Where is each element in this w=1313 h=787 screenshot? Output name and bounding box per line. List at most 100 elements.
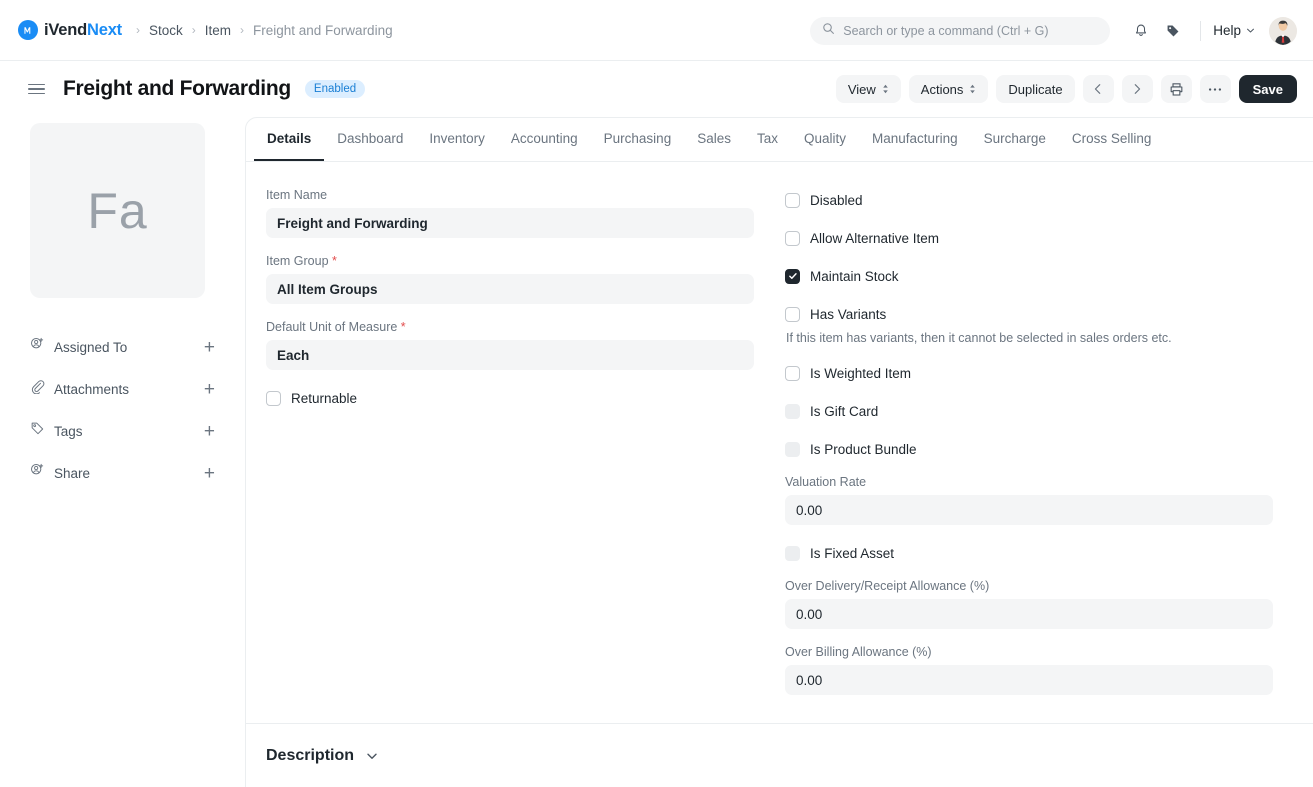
default-uom-label-text: Default Unit of Measure [266,320,398,334]
prev-button[interactable] [1082,75,1114,103]
item-thumbnail[interactable]: Fa [30,123,205,298]
default-uom-input[interactable]: Each [266,340,754,370]
sidebar-actions-list: Assigned To + Attachments + Tags + Share… [30,326,215,494]
checkbox-disabled[interactable]: Disabled [785,188,1273,212]
view-button[interactable]: View [835,75,901,103]
tag-icon [30,421,45,441]
view-label: View [847,81,876,97]
checkbox-allow-alternative-item[interactable]: Allow Alternative Item [785,226,1273,250]
item-group-label-text: Item Group [266,254,329,268]
user-add-icon [30,463,45,483]
chevron-left-icon [1094,84,1101,94]
actions-button[interactable]: Actions [908,75,989,103]
help-label: Help [1213,23,1241,38]
description-title: Description [266,746,355,764]
sidebar-item-label: Attachments [54,381,130,397]
field-over-delivery-allowance: Over Delivery/Receipt Allowance (%) 0.00 [785,579,1273,629]
tag-icon[interactable] [1158,16,1188,46]
over-billing-label: Over Billing Allowance (%) [785,645,932,659]
add-assigned-to-button[interactable]: + [204,338,215,357]
tab-bar: Details Dashboard Inventory Accounting P… [246,118,1313,162]
page-title-bar: Freight and Forwarding Enabled View Acti… [0,61,1313,117]
sidebar-item-assigned-to[interactable]: Assigned To + [30,326,215,368]
checkbox-label: Has Variants [810,306,887,322]
avatar[interactable] [1269,16,1297,45]
checkbox-box [785,306,800,322]
item-name-input[interactable]: Freight and Forwarding [266,208,754,238]
add-share-button[interactable]: + [204,464,215,483]
default-uom-label: Default Unit of Measure * [266,320,754,334]
checkbox-label: Is Product Bundle [810,441,917,457]
checkbox-label: Is Fixed Asset [810,545,895,561]
ivend-logo-icon [18,20,38,40]
sidebar-item-share[interactable]: Share + [30,452,215,494]
more-options-button[interactable] [1199,75,1231,103]
tab-tax[interactable]: Tax [744,118,791,161]
over-delivery-input[interactable]: 0.00 [785,599,1273,629]
form-column-left: Item Name Freight and Forwarding Item Gr… [266,188,754,723]
top-navbar: iVendNext › Stock › Item › Freight and F… [0,0,1313,61]
brand-logo-link[interactable]: iVendNext [18,20,122,40]
checkbox-box-checked [785,268,800,284]
chevron-right-icon [1134,84,1141,94]
checkbox-box [785,365,800,381]
page-title: Freight and Forwarding [63,77,291,100]
tab-purchasing[interactable]: Purchasing [591,118,685,161]
description-section-header[interactable]: Description [246,724,1313,787]
chevron-down-icon[interactable] [365,749,379,763]
checkbox-box-disabled [785,403,800,419]
next-button[interactable] [1121,75,1153,103]
breadcrumb-separator: › [240,23,245,37]
tab-quality[interactable]: Quality [791,118,859,161]
tab-surcharge[interactable]: Surcharge [971,118,1059,161]
print-button[interactable] [1160,75,1192,103]
add-tag-button[interactable]: + [204,422,215,441]
brand-part-2: Next [87,20,122,39]
brand-text: iVendNext [44,21,122,40]
checkbox-is-weighted-item[interactable]: Is Weighted Item [785,361,1273,385]
tab-cross-selling[interactable]: Cross Selling [1059,118,1165,161]
save-button[interactable]: Save [1238,75,1297,103]
field-default-uom: Default Unit of Measure * Each [266,320,754,370]
tab-details[interactable]: Details [254,118,325,161]
tab-sales[interactable]: Sales [684,118,744,161]
valuation-rate-input[interactable]: 0.00 [785,495,1273,525]
field-item-name: Item Name Freight and Forwarding [266,188,754,238]
sidebar-item-tags[interactable]: Tags + [30,410,215,452]
tab-manufacturing[interactable]: Manufacturing [859,118,971,161]
item-group-label: Item Group * [266,254,754,268]
bell-icon[interactable] [1126,16,1156,46]
hamburger-icon[interactable] [28,83,45,95]
checkbox-maintain-stock[interactable]: Maintain Stock [785,264,1273,288]
checkbox-box-disabled [785,545,800,561]
tab-inventory[interactable]: Inventory [416,118,498,161]
add-attachment-button[interactable]: + [204,380,215,399]
checkbox-is-fixed-asset: Is Fixed Asset [785,541,1273,565]
item-group-input[interactable]: All Item Groups [266,274,754,304]
breadcrumb-item-stock[interactable]: Stock [149,23,183,38]
help-menu[interactable]: Help [1213,23,1255,38]
tab-dashboard[interactable]: Dashboard [324,118,416,161]
navbar-right-group: Search or type a command (Ctrl + G) Help [810,0,1297,61]
checkbox-label: Returnable [291,390,358,406]
duplicate-button[interactable]: Duplicate [996,75,1075,103]
required-asterisk: * [400,320,406,334]
search-input[interactable]: Search or type a command (Ctrl + G) [810,16,1111,45]
tab-accounting[interactable]: Accounting [498,118,591,161]
search-icon [822,22,835,40]
item-name-label: Item Name [266,188,328,202]
divider [1200,20,1202,41]
checkbox-has-variants[interactable]: Has Variants [785,302,1273,326]
has-variants-helper-text: If this item has variants, then it canno… [786,331,1172,345]
breadcrumb-item-item[interactable]: Item [205,23,231,38]
form-column-right: Disabled Allow Alternative Item Maintain… [785,188,1273,723]
paperclip-icon [30,379,45,399]
content-card: Details Dashboard Inventory Accounting P… [245,117,1313,787]
over-billing-input[interactable]: 0.00 [785,665,1273,695]
sidebar-item-label: Share [54,465,91,481]
checkbox-returnable[interactable]: Returnable [266,386,754,410]
breadcrumb-separator: › [191,23,196,37]
checkbox-label: Maintain Stock [810,268,899,284]
sidebar-item-attachments[interactable]: Attachments + [30,368,215,410]
over-delivery-label: Over Delivery/Receipt Allowance (%) [785,579,990,593]
